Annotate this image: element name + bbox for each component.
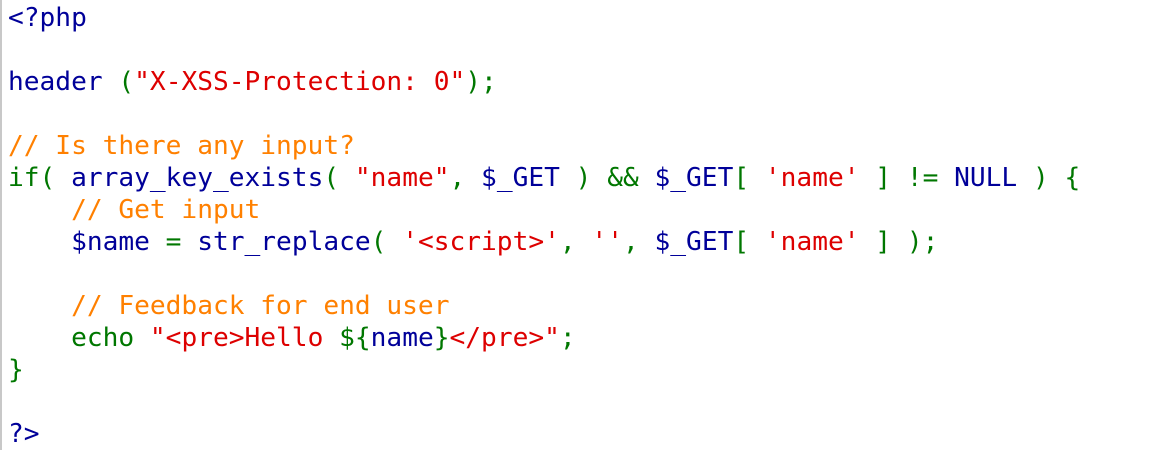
code-token: ); xyxy=(465,67,497,97)
code-token: , xyxy=(449,163,482,193)
code-token: echo xyxy=(8,323,150,353)
code-token: ${ xyxy=(339,323,371,353)
code-line: if( array_key_exists( "name", $_GET ) &&… xyxy=(8,162,1080,194)
code-token: '<script>' xyxy=(402,227,560,257)
code-token: "X-XSS-Protection: 0" xyxy=(134,67,466,97)
code-token: // Feedback for end user xyxy=(8,291,450,321)
code-token: // Get input xyxy=(8,195,261,225)
code-token: ) && xyxy=(575,163,655,193)
code-token: , xyxy=(622,227,655,257)
code-token: $_GET xyxy=(481,163,576,193)
code-token: header xyxy=(8,67,119,97)
code-token: $_GET xyxy=(654,227,734,257)
code-token: $name xyxy=(8,227,166,257)
code-token: ] != xyxy=(875,163,955,193)
code-token: "name" xyxy=(354,163,450,193)
code-token: ?> xyxy=(8,419,40,449)
php-source-code: <?php header ("X-XSS-Protection: 0");// I… xyxy=(8,2,1080,450)
code-token: if( xyxy=(8,163,72,193)
code-line: <?php xyxy=(8,2,1080,34)
code-token: ] ); xyxy=(875,227,939,257)
code-token: ( xyxy=(370,227,403,257)
code-token: , xyxy=(559,227,592,257)
code-token: "<pre>Hello xyxy=(149,323,340,353)
code-line: } xyxy=(8,354,1080,386)
code-token: } xyxy=(433,323,450,353)
code-token: // Is there any input? xyxy=(8,131,355,161)
code-line: ?> xyxy=(8,418,1080,450)
code-token: str_replace xyxy=(197,227,371,257)
code-token: <?php xyxy=(8,3,87,33)
code-token: '' xyxy=(591,227,623,257)
code-line: header ("X-XSS-Protection: 0"); xyxy=(8,66,1080,98)
code-token: name xyxy=(370,323,434,353)
code-token: } xyxy=(8,355,24,385)
code-token: ) { xyxy=(1032,163,1081,193)
code-token: ( xyxy=(323,163,355,193)
code-token: NULL xyxy=(954,163,1033,193)
code-editor: <?php header ("X-XSS-Protection: 0");// I… xyxy=(0,0,1170,450)
code-token: ( xyxy=(118,67,135,97)
code-token: array_key_exists xyxy=(71,163,324,193)
code-token: $_GET xyxy=(654,163,734,193)
code-token: [ xyxy=(733,227,765,257)
code-token: 'name' xyxy=(764,163,876,193)
code-token: 'name' xyxy=(764,227,876,257)
code-line: $name = str_replace( '<script>', '', $_G… xyxy=(8,226,1080,258)
code-token: ; xyxy=(559,323,576,353)
code-token: = xyxy=(165,227,198,257)
code-token: </pre>" xyxy=(449,323,560,353)
code-line: // Is there any input? xyxy=(8,130,1080,162)
code-token: [ xyxy=(733,163,765,193)
code-line: // Get input xyxy=(8,194,1080,226)
code-line: echo "<pre>Hello ${name}</pre>"; xyxy=(8,322,1080,354)
code-line: // Feedback for end user xyxy=(8,290,1080,322)
